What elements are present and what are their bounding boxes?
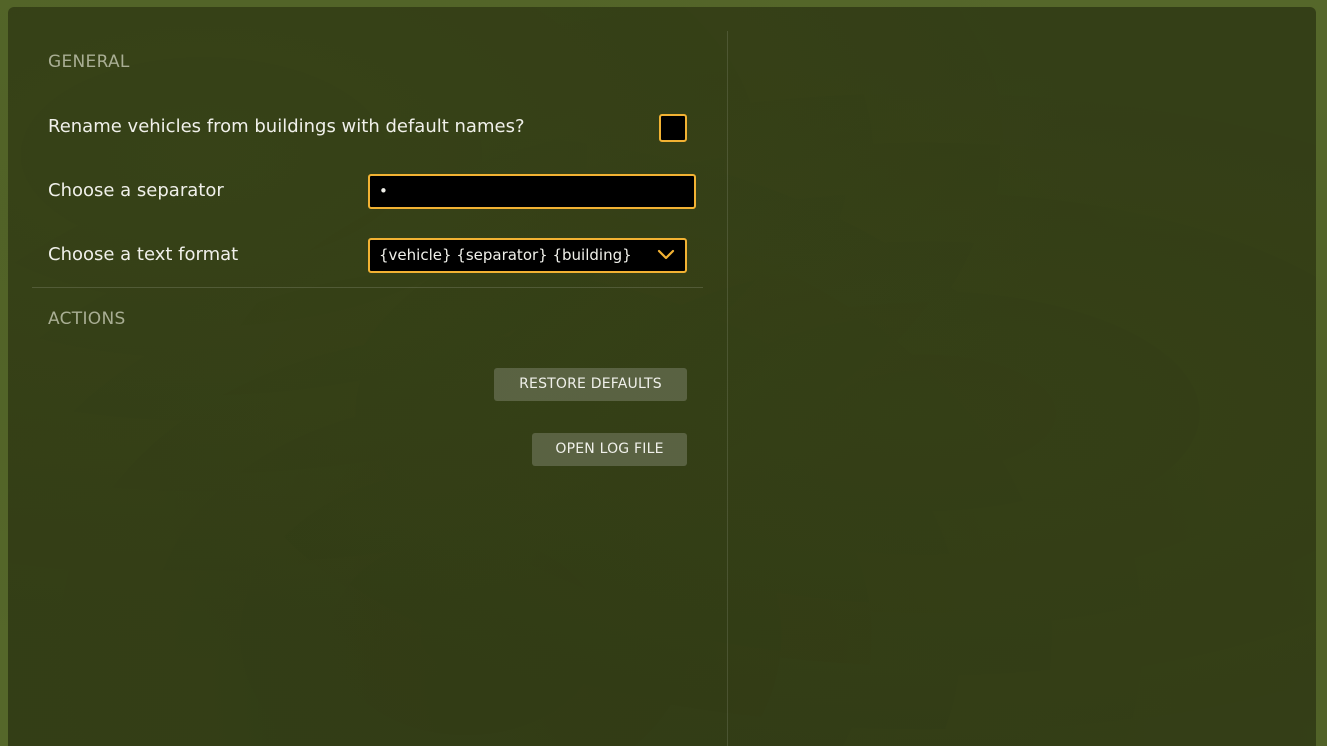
section-title-general: GENERAL bbox=[48, 52, 130, 72]
separator-input[interactable]: • bbox=[368, 174, 696, 209]
text-format-value: {vehicle} {separator} {building} bbox=[379, 246, 632, 264]
rename-vehicles-checkbox[interactable] bbox=[659, 114, 687, 142]
section-title-actions: ACTIONS bbox=[48, 309, 126, 329]
restore-defaults-button[interactable]: RESTORE DEFAULTS bbox=[494, 368, 687, 401]
open-log-file-button[interactable]: OPEN LOG FILE bbox=[532, 433, 687, 466]
column-divider bbox=[727, 31, 728, 746]
text-format-label: Choose a text format bbox=[48, 244, 239, 265]
text-format-dropdown[interactable]: {vehicle} {separator} {building} bbox=[368, 238, 687, 273]
section-divider bbox=[32, 287, 703, 288]
settings-column: GENERAL Rename vehicles from buildings w… bbox=[8, 7, 727, 746]
settings-panel: GENERAL Rename vehicles from buildings w… bbox=[8, 7, 1316, 746]
rename-vehicles-label: Rename vehicles from buildings with defa… bbox=[48, 116, 525, 137]
separator-label: Choose a separator bbox=[48, 180, 224, 201]
chevron-down-icon bbox=[657, 249, 675, 260]
